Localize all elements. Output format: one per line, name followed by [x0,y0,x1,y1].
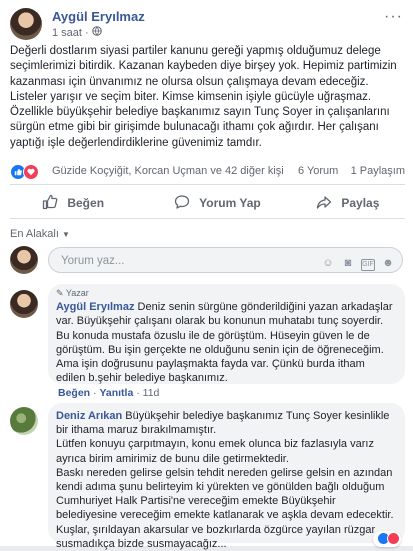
author-badge: ✎ Yazar [56,286,397,300]
share-icon [316,196,341,210]
post-text: Değerli dostlarım siyasi partiler kanunu… [10,45,397,149]
share-count[interactable]: 1 Paylaşım [351,165,405,177]
comment-label: Yorum Yap [199,196,261,210]
love-reaction-icon [23,164,39,180]
sticker-icon[interactable]: ☻ [381,256,395,270]
author-badge-icon: ✎ [56,288,64,298]
comment-body: Deniz Arıkan Büyükşehir belediye başkanı… [56,409,397,437]
post-card: Aygül Eryılmaz 1 saat · ··· Değerli dost… [0,0,413,550]
post-stats: 6 Yorum 1 Paylaşım [298,165,405,177]
composer-icons: ☺ ◙ GIF ☻ [315,253,395,271]
comment-actions: Beğen · Yanıtla · 11d [58,387,160,399]
camera-icon[interactable]: ◙ [341,256,355,270]
comment-composer: Yorum yaz... ☺ ◙ GIF ☻ [10,246,405,275]
comment-like-link[interactable]: Beğen [58,387,90,399]
reaction-names[interactable]: Güzide Koçyiğit, Korcan Uçman ve 42 diğe… [52,165,284,177]
comment-bubble: ✎ Yazar Aygül Eryılmaz Deniz senin sürgü… [48,284,405,384]
divider [10,184,405,185]
caret-down-icon: ▼ [61,230,70,239]
sort-label: En Alakalı [10,228,59,240]
author-badge-label: Yazar [65,288,89,298]
action-bar: Beğen Yorum Yap Paylaş [10,190,405,216]
more-options-button[interactable]: ··· [384,8,403,26]
comment-sort-dropdown[interactable]: En Alakalı ▼ [10,228,70,240]
comment-bubble: Deniz Arıkan Büyükşehir belediye başkanı… [48,403,405,550]
comment-author-avatar[interactable] [10,290,38,318]
comment-count[interactable]: 6 Yorum [298,165,338,177]
divider [10,218,405,219]
comment-text: Lütfen konuyu çarpıtmayın, konu emek olu… [56,438,374,465]
thumbs-up-icon [42,194,67,210]
comment-time[interactable]: 11d [143,387,160,399]
love-reaction-icon [387,531,400,545]
gif-icon[interactable]: GIF [361,259,375,271]
comment-author-avatar[interactable] [10,407,38,435]
author-avatar[interactable] [10,8,42,40]
post-time[interactable]: 1 saat [52,27,82,39]
share-label: Paylaş [341,196,380,210]
comment-reactions[interactable] [373,530,401,547]
comment-author-name[interactable]: Deniz Arıkan [56,410,122,422]
comment-text: Deniz senin sürgüne gönderildiğini yazan… [56,301,393,385]
post-author[interactable]: Aygül Eryılmaz [52,9,145,24]
comment-button[interactable]: Yorum Yap [174,194,261,210]
share-button[interactable]: Paylaş [316,194,379,210]
post-meta: 1 saat · [52,26,102,39]
like-label: Beğen [67,196,105,210]
reactions-bar[interactable]: Güzide Koçyiğit, Korcan Uçman ve 42 diğe… [10,164,405,180]
comment-text: Kuşlar, şırıldayan akarsular ve bozkırla… [56,523,376,550]
comment-body: Aygül Eryılmaz Deniz senin sürgüne gönde… [56,300,397,385]
comment-author-name[interactable]: Aygül Eryılmaz [56,301,134,313]
current-user-avatar [10,246,38,274]
comment-text: Baskı nereden gelirse gelsin tehdit nere… [56,466,394,522]
emoji-icon[interactable]: ☺ [321,256,335,270]
globe-icon [91,26,102,39]
comment-reply-link[interactable]: Yanıtla [99,387,133,399]
comment-icon [174,195,199,210]
post-header: Aygül Eryılmaz 1 saat · ··· [10,8,405,42]
like-button[interactable]: Beğen [42,194,104,210]
reaction-icons [10,164,39,180]
